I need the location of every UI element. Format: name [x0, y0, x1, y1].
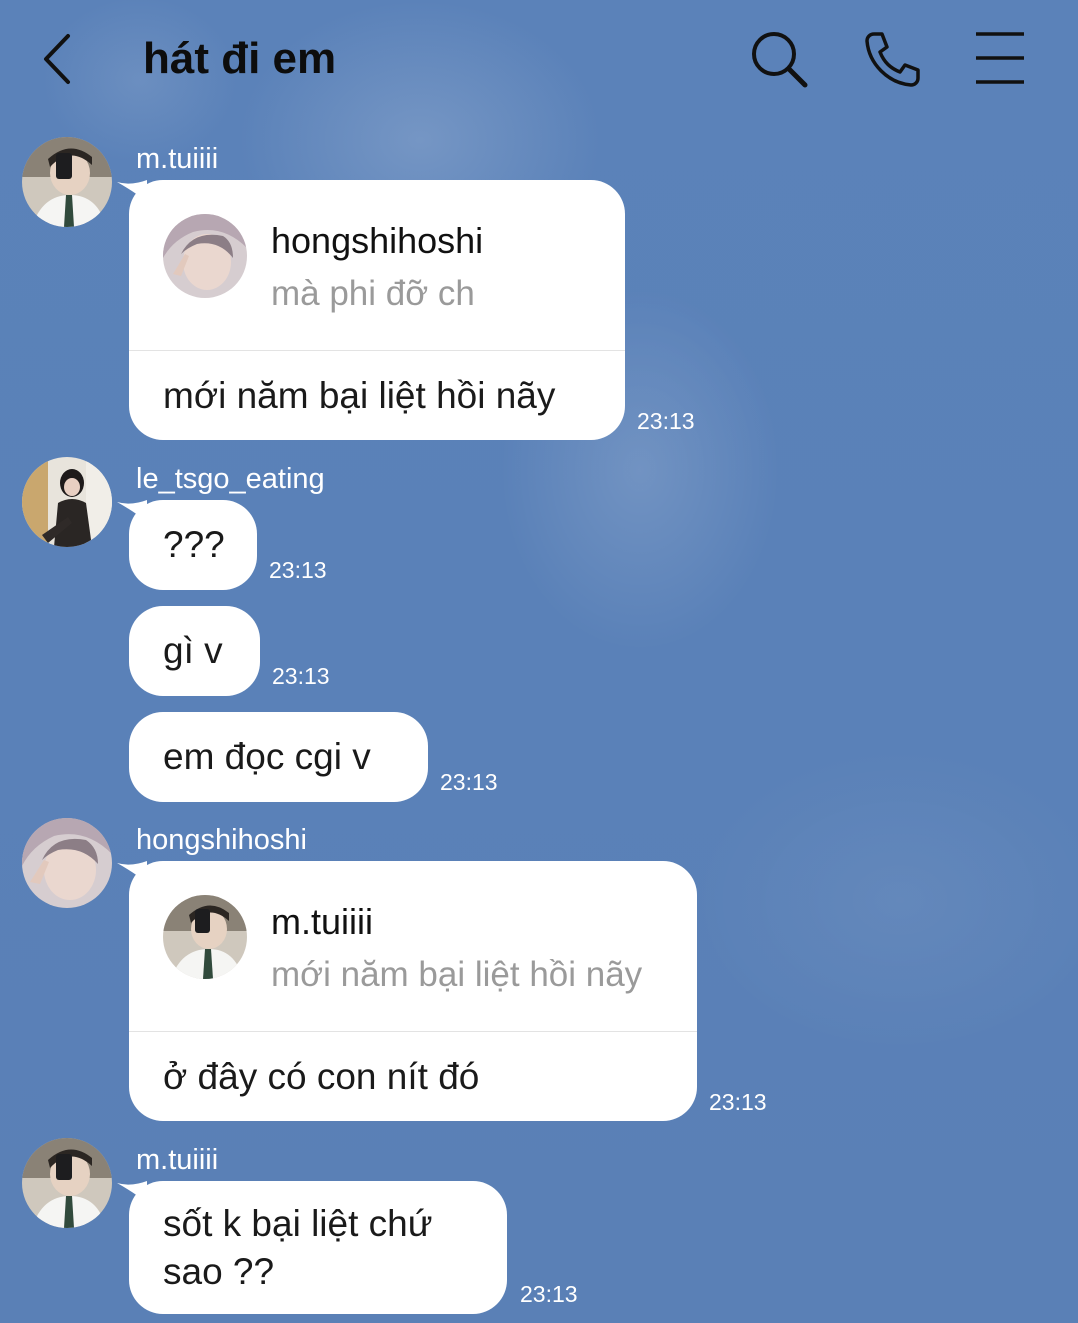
reply-divider [129, 1031, 697, 1032]
sender-name: m.tuiiii [136, 143, 219, 175]
sender-name: le_tsgo_eating [136, 463, 325, 495]
menu-icon [976, 32, 1024, 84]
avatar[interactable] [22, 1138, 112, 1228]
reply-avatar [163, 895, 247, 979]
message-bubble[interactable]: ??? [129, 500, 257, 590]
reply-name: m.tuiiii [271, 901, 374, 942]
reply-name: hongshihoshi [271, 220, 484, 261]
message-bubble[interactable]: gì v [129, 606, 260, 696]
search-button[interactable] [748, 28, 810, 90]
message-time: 23:13 [709, 1089, 767, 1115]
avatar[interactable] [22, 457, 112, 547]
message-time: 23:13 [440, 769, 498, 795]
avatar[interactable] [22, 818, 112, 908]
chevron-left-icon [44, 34, 70, 84]
sender-name: hongshihoshi [136, 824, 307, 856]
back-button[interactable] [38, 30, 82, 88]
message-time: 23:13 [272, 663, 330, 689]
call-button[interactable] [860, 28, 922, 90]
message-time: 23:13 [637, 408, 695, 434]
chat-title: hát đi em [143, 34, 337, 83]
message-bubble[interactable]: em đọc cgi v [129, 712, 428, 802]
message-time: 23:13 [269, 557, 327, 583]
message-text: em đọc cgi v [163, 736, 371, 777]
avatar[interactable] [22, 137, 112, 227]
reply-message-bubble[interactable]: m.tuiiii mới năm bại liệt hồi nãy ở đây … [129, 861, 697, 1121]
reply-avatar [163, 214, 247, 298]
message-time: 23:13 [520, 1281, 578, 1307]
message-text: ??? [163, 524, 225, 565]
reply-preview: mới năm bại liệt hồi nãy [271, 955, 643, 994]
message-text: mới năm bại liệt hồi nãy [163, 375, 556, 416]
chat-header: hát đi em [0, 0, 1078, 120]
reply-message-bubble[interactable]: hongshihoshi mà phi đỡ ch mới năm bại li… [129, 180, 625, 440]
message-text: gì v [163, 630, 223, 671]
message-text: ở đây có con nít đó [163, 1056, 480, 1097]
message-text: sốt k bại liệt chứ sao ?? [163, 1203, 433, 1292]
sender-name: m.tuiiii [136, 1144, 219, 1176]
reply-preview: mà phi đỡ ch [271, 274, 475, 313]
message-bubble[interactable]: sốt k bại liệt chứ sao ?? [129, 1181, 507, 1314]
menu-button[interactable] [972, 28, 1028, 90]
search-icon [752, 32, 808, 88]
phone-icon [865, 32, 920, 87]
reply-divider [129, 350, 625, 351]
